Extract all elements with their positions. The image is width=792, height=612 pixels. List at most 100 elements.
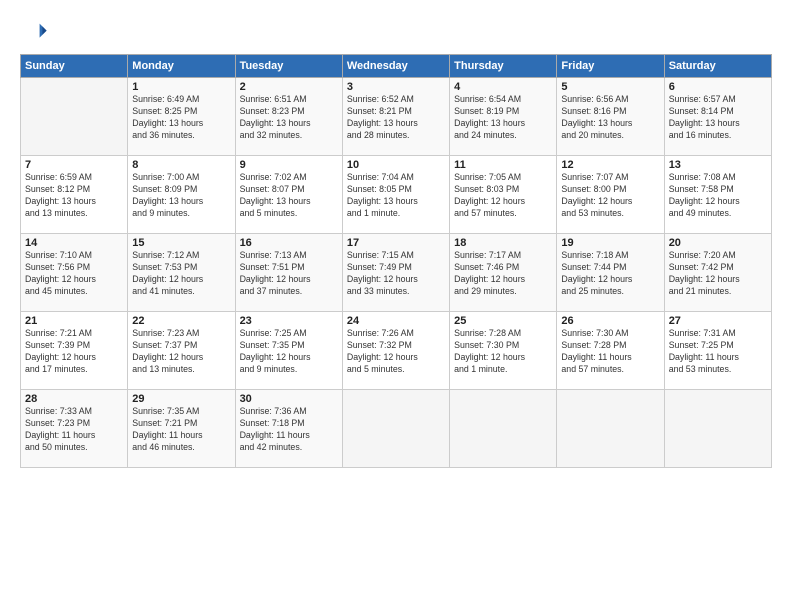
day-info: Sunrise: 7:31 AM Sunset: 7:25 PM Dayligh… <box>669 328 767 376</box>
day-number: 15 <box>132 237 230 249</box>
day-number: 23 <box>240 315 338 327</box>
day-info: Sunrise: 6:59 AM Sunset: 8:12 PM Dayligh… <box>25 172 123 220</box>
calendar-cell: 25Sunrise: 7:28 AM Sunset: 7:30 PM Dayli… <box>450 312 557 390</box>
day-number: 7 <box>25 159 123 171</box>
day-info: Sunrise: 6:51 AM Sunset: 8:23 PM Dayligh… <box>240 94 338 142</box>
day-info: Sunrise: 7:05 AM Sunset: 8:03 PM Dayligh… <box>454 172 552 220</box>
day-number: 28 <box>25 393 123 405</box>
day-number: 22 <box>132 315 230 327</box>
calendar-cell: 17Sunrise: 7:15 AM Sunset: 7:49 PM Dayli… <box>342 234 449 312</box>
calendar-cell: 19Sunrise: 7:18 AM Sunset: 7:44 PM Dayli… <box>557 234 664 312</box>
calendar-cell: 10Sunrise: 7:04 AM Sunset: 8:05 PM Dayli… <box>342 156 449 234</box>
weekday-header-thursday: Thursday <box>450 55 557 78</box>
day-info: Sunrise: 7:12 AM Sunset: 7:53 PM Dayligh… <box>132 250 230 298</box>
calendar-cell: 30Sunrise: 7:36 AM Sunset: 7:18 PM Dayli… <box>235 390 342 468</box>
calendar-cell: 29Sunrise: 7:35 AM Sunset: 7:21 PM Dayli… <box>128 390 235 468</box>
day-number: 20 <box>669 237 767 249</box>
day-number: 10 <box>347 159 445 171</box>
week-row-3: 14Sunrise: 7:10 AM Sunset: 7:56 PM Dayli… <box>21 234 772 312</box>
calendar-cell: 26Sunrise: 7:30 AM Sunset: 7:28 PM Dayli… <box>557 312 664 390</box>
day-info: Sunrise: 7:35 AM Sunset: 7:21 PM Dayligh… <box>132 406 230 454</box>
calendar-cell: 28Sunrise: 7:33 AM Sunset: 7:23 PM Dayli… <box>21 390 128 468</box>
day-info: Sunrise: 7:20 AM Sunset: 7:42 PM Dayligh… <box>669 250 767 298</box>
calendar-cell: 1Sunrise: 6:49 AM Sunset: 8:25 PM Daylig… <box>128 78 235 156</box>
calendar-cell: 6Sunrise: 6:57 AM Sunset: 8:14 PM Daylig… <box>664 78 771 156</box>
day-info: Sunrise: 7:04 AM Sunset: 8:05 PM Dayligh… <box>347 172 445 220</box>
day-number: 25 <box>454 315 552 327</box>
calendar-cell: 21Sunrise: 7:21 AM Sunset: 7:39 PM Dayli… <box>21 312 128 390</box>
calendar-table: SundayMondayTuesdayWednesdayThursdayFrid… <box>20 54 772 468</box>
day-info: Sunrise: 7:23 AM Sunset: 7:37 PM Dayligh… <box>132 328 230 376</box>
day-info: Sunrise: 7:13 AM Sunset: 7:51 PM Dayligh… <box>240 250 338 298</box>
day-info: Sunrise: 7:10 AM Sunset: 7:56 PM Dayligh… <box>25 250 123 298</box>
page: SundayMondayTuesdayWednesdayThursdayFrid… <box>0 0 792 612</box>
day-number: 24 <box>347 315 445 327</box>
day-info: Sunrise: 7:08 AM Sunset: 7:58 PM Dayligh… <box>669 172 767 220</box>
day-number: 18 <box>454 237 552 249</box>
day-info: Sunrise: 6:52 AM Sunset: 8:21 PM Dayligh… <box>347 94 445 142</box>
day-number: 30 <box>240 393 338 405</box>
calendar-cell <box>557 390 664 468</box>
weekday-header-friday: Friday <box>557 55 664 78</box>
day-number: 2 <box>240 81 338 93</box>
day-info: Sunrise: 7:15 AM Sunset: 7:49 PM Dayligh… <box>347 250 445 298</box>
day-number: 5 <box>561 81 659 93</box>
calendar-cell <box>450 390 557 468</box>
calendar-cell <box>664 390 771 468</box>
calendar-cell: 7Sunrise: 6:59 AM Sunset: 8:12 PM Daylig… <box>21 156 128 234</box>
day-number: 17 <box>347 237 445 249</box>
day-number: 4 <box>454 81 552 93</box>
day-number: 14 <box>25 237 123 249</box>
day-info: Sunrise: 7:17 AM Sunset: 7:46 PM Dayligh… <box>454 250 552 298</box>
day-info: Sunrise: 7:18 AM Sunset: 7:44 PM Dayligh… <box>561 250 659 298</box>
logo <box>20 18 52 46</box>
day-number: 19 <box>561 237 659 249</box>
header <box>20 18 772 46</box>
calendar-cell: 22Sunrise: 7:23 AM Sunset: 7:37 PM Dayli… <box>128 312 235 390</box>
calendar-cell: 5Sunrise: 6:56 AM Sunset: 8:16 PM Daylig… <box>557 78 664 156</box>
weekday-header-row: SundayMondayTuesdayWednesdayThursdayFrid… <box>21 55 772 78</box>
logo-icon <box>20 18 48 46</box>
day-number: 8 <box>132 159 230 171</box>
day-info: Sunrise: 7:07 AM Sunset: 8:00 PM Dayligh… <box>561 172 659 220</box>
day-number: 1 <box>132 81 230 93</box>
day-number: 26 <box>561 315 659 327</box>
weekday-header-tuesday: Tuesday <box>235 55 342 78</box>
day-number: 13 <box>669 159 767 171</box>
weekday-header-sunday: Sunday <box>21 55 128 78</box>
calendar-cell: 4Sunrise: 6:54 AM Sunset: 8:19 PM Daylig… <box>450 78 557 156</box>
calendar-cell: 11Sunrise: 7:05 AM Sunset: 8:03 PM Dayli… <box>450 156 557 234</box>
day-info: Sunrise: 6:49 AM Sunset: 8:25 PM Dayligh… <box>132 94 230 142</box>
day-info: Sunrise: 7:02 AM Sunset: 8:07 PM Dayligh… <box>240 172 338 220</box>
day-info: Sunrise: 7:33 AM Sunset: 7:23 PM Dayligh… <box>25 406 123 454</box>
week-row-5: 28Sunrise: 7:33 AM Sunset: 7:23 PM Dayli… <box>21 390 772 468</box>
calendar-cell: 18Sunrise: 7:17 AM Sunset: 7:46 PM Dayli… <box>450 234 557 312</box>
day-number: 12 <box>561 159 659 171</box>
day-number: 27 <box>669 315 767 327</box>
day-number: 21 <box>25 315 123 327</box>
calendar-cell: 27Sunrise: 7:31 AM Sunset: 7:25 PM Dayli… <box>664 312 771 390</box>
calendar-cell: 2Sunrise: 6:51 AM Sunset: 8:23 PM Daylig… <box>235 78 342 156</box>
calendar-cell: 9Sunrise: 7:02 AM Sunset: 8:07 PM Daylig… <box>235 156 342 234</box>
calendar-cell <box>342 390 449 468</box>
day-info: Sunrise: 7:26 AM Sunset: 7:32 PM Dayligh… <box>347 328 445 376</box>
day-info: Sunrise: 6:57 AM Sunset: 8:14 PM Dayligh… <box>669 94 767 142</box>
calendar-cell: 13Sunrise: 7:08 AM Sunset: 7:58 PM Dayli… <box>664 156 771 234</box>
calendar-cell: 23Sunrise: 7:25 AM Sunset: 7:35 PM Dayli… <box>235 312 342 390</box>
day-info: Sunrise: 7:21 AM Sunset: 7:39 PM Dayligh… <box>25 328 123 376</box>
calendar-cell: 16Sunrise: 7:13 AM Sunset: 7:51 PM Dayli… <box>235 234 342 312</box>
calendar-cell: 14Sunrise: 7:10 AM Sunset: 7:56 PM Dayli… <box>21 234 128 312</box>
calendar-cell: 12Sunrise: 7:07 AM Sunset: 8:00 PM Dayli… <box>557 156 664 234</box>
day-number: 29 <box>132 393 230 405</box>
calendar-cell: 3Sunrise: 6:52 AM Sunset: 8:21 PM Daylig… <box>342 78 449 156</box>
weekday-header-saturday: Saturday <box>664 55 771 78</box>
weekday-header-wednesday: Wednesday <box>342 55 449 78</box>
day-info: Sunrise: 6:54 AM Sunset: 8:19 PM Dayligh… <box>454 94 552 142</box>
calendar-cell: 8Sunrise: 7:00 AM Sunset: 8:09 PM Daylig… <box>128 156 235 234</box>
day-info: Sunrise: 7:36 AM Sunset: 7:18 PM Dayligh… <box>240 406 338 454</box>
day-info: Sunrise: 7:30 AM Sunset: 7:28 PM Dayligh… <box>561 328 659 376</box>
day-number: 9 <box>240 159 338 171</box>
day-info: Sunrise: 7:25 AM Sunset: 7:35 PM Dayligh… <box>240 328 338 376</box>
day-info: Sunrise: 6:56 AM Sunset: 8:16 PM Dayligh… <box>561 94 659 142</box>
week-row-1: 1Sunrise: 6:49 AM Sunset: 8:25 PM Daylig… <box>21 78 772 156</box>
